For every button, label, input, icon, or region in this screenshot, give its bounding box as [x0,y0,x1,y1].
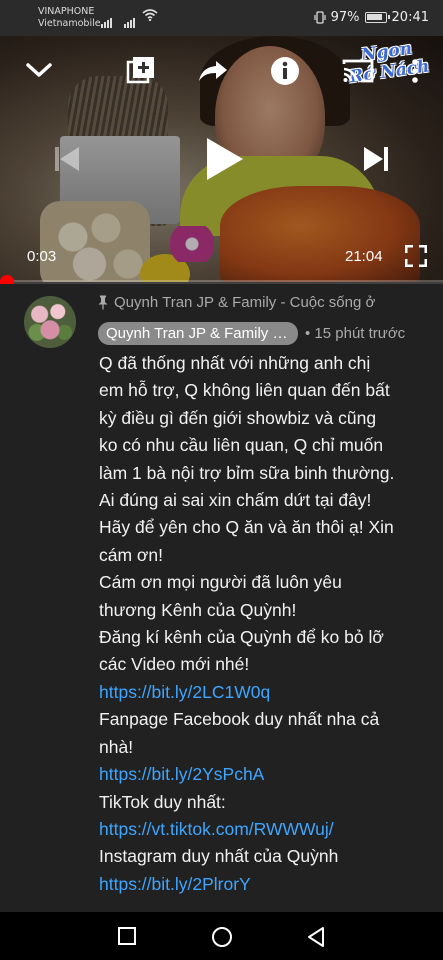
comment-line: Ai đúng ai sai xin chấm dứt tại đây! [99,490,372,511]
clock: 20:41 [391,10,429,25]
signal-icon-2 [124,10,136,28]
comment-line: các Video mới nhé! [99,654,250,675]
signal-icon [101,10,113,28]
video-player[interactable]: Ngon Rớ Nách 0:03 21:04 [0,36,443,282]
add-to-playlist-icon[interactable] [126,56,156,84]
info-icon[interactable] [270,56,300,86]
author-chip[interactable]: Quynh Tran JP & Family - Cuộc sống ở [98,322,298,345]
comment-line: kỳ điều gì đến giới showbiz và cũng [99,407,377,428]
recents-square-icon[interactable] [117,926,137,946]
pinned-comment: Quynh Tran JP & Family - Cuộc sống ở Quy… [0,284,443,912]
pinned-label: Quynh Tran JP & Family - Cuộc sống ở [98,294,375,311]
pinned-by-text: Quynh Tran JP & Family - Cuộc sống ở [114,294,376,311]
current-time: 0:03 [27,248,57,265]
vibrate-icon [314,11,326,24]
next-icon[interactable] [363,145,389,173]
comment-line: em hỗ trợ, Q không liên quan đến bất [99,380,390,401]
status-bar: VINAPHONE Vietnamobile 97% 20:41 [0,0,443,36]
comment-line: làm 1 bà nội trợ bỉm sữa binh thường. [99,462,395,483]
duration: 21:04 [345,248,383,265]
link-tiktok[interactable]: https://vt.tiktok.com/RWWWuj/ [99,816,431,843]
comment-line: Hãy để yên cho Q ăn và ăn thôi ạ! Xin [99,517,394,538]
more-icon[interactable] [411,58,419,84]
back-triangle-icon[interactable] [306,926,326,948]
fullscreen-icon[interactable] [405,245,427,267]
carrier-name-1: VINAPHONE [38,6,95,17]
link-facebook-fanpage[interactable]: https://bit.ly/2YsPchA [99,761,431,788]
comment-body: Q đã thống nhất với những anh chị em hỗ … [99,350,431,898]
comment-line: Fanpage Facebook duy nhất nha cả [99,709,380,730]
wifi-icon [142,9,158,21]
pin-icon [98,295,108,310]
avatar[interactable] [24,296,76,348]
play-icon[interactable] [205,136,245,182]
previous-icon[interactable] [54,145,80,173]
comment-line: TikTok duy nhất: [99,791,226,812]
carrier-info: VINAPHONE Vietnamobile [38,6,101,30]
battery-percent: 97% [330,10,360,25]
share-icon[interactable] [198,60,228,82]
status-right: 97% 20:41 [314,10,429,25]
carrier-name-2: Vietnamobile [38,18,101,29]
link-instagram[interactable]: https://bit.ly/2PlrorY [99,871,431,898]
comment-line: Q đã thống nhất với những anh chị [99,353,371,373]
collapse-icon[interactable] [25,60,53,80]
battery-icon [364,12,390,23]
comment-line: Cám ơn mọi người đã luôn yêu [99,572,342,593]
comment-meta: Quynh Tran JP & Family - Cuộc sống ở • 1… [98,322,405,345]
comment-line: cám ơn! [99,544,163,565]
comment-line: thương Kênh của Quỳnh! [99,599,297,620]
comment-line: ko có nhu cầu liên quan, Q chỉ muốn [99,435,384,456]
comment-line: nhà! [99,736,134,757]
link-youtube-subscribe[interactable]: https://bit.ly/2LC1W0q [99,679,431,706]
comment-time: • 15 phút trước [305,325,406,342]
home-circle-icon[interactable] [211,926,233,948]
comment-line: Đăng kí kênh của Quỳnh để ko bỏ lỡ [99,627,384,648]
system-nav-bar [0,912,443,960]
cast-icon[interactable] [342,58,374,84]
comment-line: Instagram duy nhất của Quỳnh [99,846,339,867]
